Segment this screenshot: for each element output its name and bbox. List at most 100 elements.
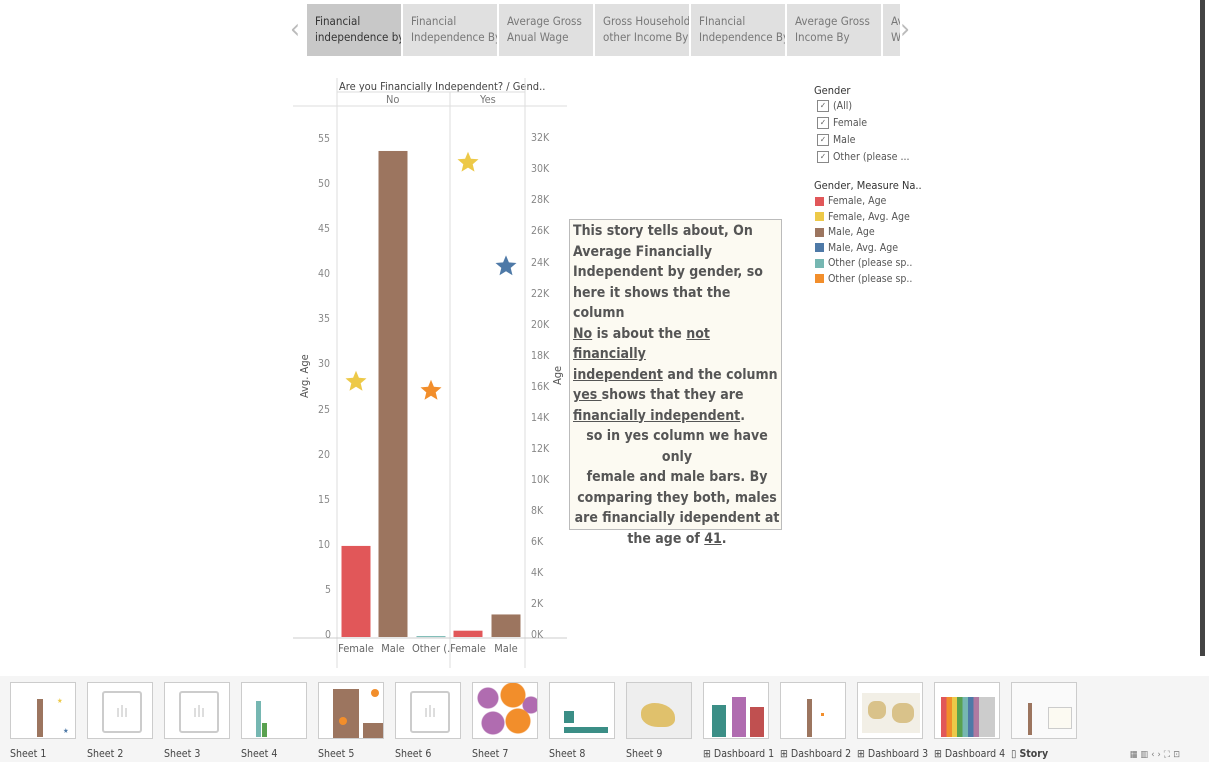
star-marker [420,379,442,400]
story-line: . [721,530,727,547]
checkbox-icon[interactable]: ✓ [817,117,829,129]
story-line: and the column [662,366,778,383]
measure-legend-item[interactable]: Male, Avg. Age [815,242,898,254]
measure-legend-item[interactable]: Other (please sp.. [815,257,912,269]
thumb-bar [262,723,267,737]
thumb-map [862,693,920,733]
left-axis-tick: 40 [318,268,331,281]
vertical-scrollbar[interactable] [1200,0,1205,656]
sheet-tab-dashboard-1[interactable]: ⊞ Dashboard 1 [703,748,774,760]
story-emphasis: 41 [704,530,722,547]
bar [378,150,408,637]
right-axis-tick: 14K [531,411,550,424]
gender-filter-label: Female [833,117,868,129]
sheet-tab-sheet-2[interactable]: Sheet 2 [87,748,123,760]
story-line: so in yes column we have only [586,428,768,465]
thumb-map [627,683,691,738]
gender-filter-option[interactable]: ✓ (All) [817,100,852,112]
empty-sheet-icon: ılı [179,691,219,733]
tab-thumbnail[interactable] [626,682,692,739]
right-axis-tick: 26K [531,225,550,238]
thumb-bar [256,701,261,737]
tab-thumbnail[interactable] [241,682,307,739]
story-emphasis: yes [573,387,602,403]
tab-thumbnail[interactable]: ılı [164,682,230,739]
sheet-tab-sheet-9[interactable]: Sheet 9 [626,748,662,760]
checkbox-icon[interactable]: ✓ [817,100,829,112]
star-marker [457,151,479,172]
tab-thumbnail[interactable] [1011,682,1077,739]
thumb-bar [363,723,383,738]
tab-thumbnail[interactable]: ılı [395,682,461,739]
tab-thumbnail[interactable] [857,682,923,739]
sheet-tab-sheet-6[interactable]: Sheet 6 [395,748,431,760]
gender-filter-option[interactable]: ✓ Male [817,134,855,146]
thumb-bar [37,699,43,737]
empty-sheet-icon: ılı [102,691,142,733]
tab-thumbnail[interactable]: ılı [87,682,153,739]
sheet-tab-story[interactable]: ▯ Story [1011,748,1048,760]
x-axis-label: Female [338,642,374,655]
sheet-tab-dashboard-2[interactable]: ⊞ Dashboard 2 [780,748,851,760]
thumb-bar [807,699,812,737]
story-line: the age of [627,530,705,547]
thumb-bar [712,705,726,737]
story-emphasis: financially independent [573,407,741,424]
legend-label: Male, Avg. Age [828,241,899,254]
tab-thumbnail[interactable] [549,682,615,739]
measure-legend-item[interactable]: Other (please sp.. [815,273,912,285]
legend-swatch [815,212,824,221]
x-axis-label: Female [450,642,486,655]
thumb-dot [821,713,824,716]
right-axis-tick: 32K [531,132,550,145]
story-line: comparing they both, males [577,489,777,506]
tab-bar-controls[interactable]: ▦▥‹›⛶⊡ [1130,750,1183,760]
checkbox-icon[interactable]: ✓ [817,134,829,146]
thumb-bubbles [473,683,537,738]
left-axis-tick: 20 [318,448,331,461]
legend-label: Male, Age [828,226,875,238]
thumb-bars [941,697,995,737]
right-axis-tick: 4K [531,566,544,579]
right-axis-tick: 30K [531,163,550,176]
left-axis-tick: 15 [318,493,331,506]
legend-swatch [815,196,824,206]
gender-filter-option[interactable]: ✓ Other (please ... [817,151,909,163]
legend-swatch [815,227,824,237]
left-axis-tick: 0 [325,629,332,641]
thumb-dot [371,689,379,697]
tab-thumbnail[interactable] [703,682,769,739]
tab-thumbnail[interactable]: ★ ★ [10,682,76,739]
story-line: Independent by gender, so [573,264,763,280]
sheet-tab-sheet-3[interactable]: Sheet 3 [164,748,200,760]
right-axis-tick: 18K [531,349,550,362]
sheet-tab-sheet-5[interactable]: Sheet 5 [318,748,354,760]
x-axis-label: Other (... [412,642,450,655]
tab-thumbnail[interactable] [318,682,384,739]
bar [341,545,371,637]
right-axis-tick: 8K [531,504,544,517]
story-line: is about the [592,325,687,342]
sheet-tab-dashboard-4[interactable]: ⊞ Dashboard 4 [934,748,1005,760]
measure-legend-item[interactable]: Female, Avg. Age [815,211,910,223]
sheet-tab-sheet-7[interactable]: Sheet 7 [472,748,508,760]
sheet-tab-sheet-8[interactable]: Sheet 8 [549,748,585,760]
sheet-tab-sheet-1[interactable]: Sheet 1 [10,748,46,760]
tab-thumbnail[interactable] [934,682,1000,739]
left-axis-tick: 30 [318,358,331,371]
thumb-bar [333,689,359,738]
legend-swatch [815,258,824,268]
x-axis-label: Male [381,642,405,655]
tab-thumbnail[interactable] [472,682,538,739]
story-line: shows that they are [601,387,744,403]
right-axis-tick: 20K [531,318,550,331]
gender-filter-option[interactable]: ✓ Female [817,117,867,129]
empty-sheet-icon: ılı [410,691,450,733]
measure-legend-item[interactable]: Male, Age [815,226,875,238]
tab-thumbnail[interactable] [780,682,846,739]
checkbox-icon[interactable]: ✓ [817,151,829,163]
left-axis-tick: 10 [318,538,331,551]
sheet-tab-dashboard-3[interactable]: ⊞ Dashboard 3 [857,748,928,760]
sheet-tab-sheet-4[interactable]: Sheet 4 [241,748,277,760]
measure-legend-item[interactable]: Female, Age [815,195,886,207]
